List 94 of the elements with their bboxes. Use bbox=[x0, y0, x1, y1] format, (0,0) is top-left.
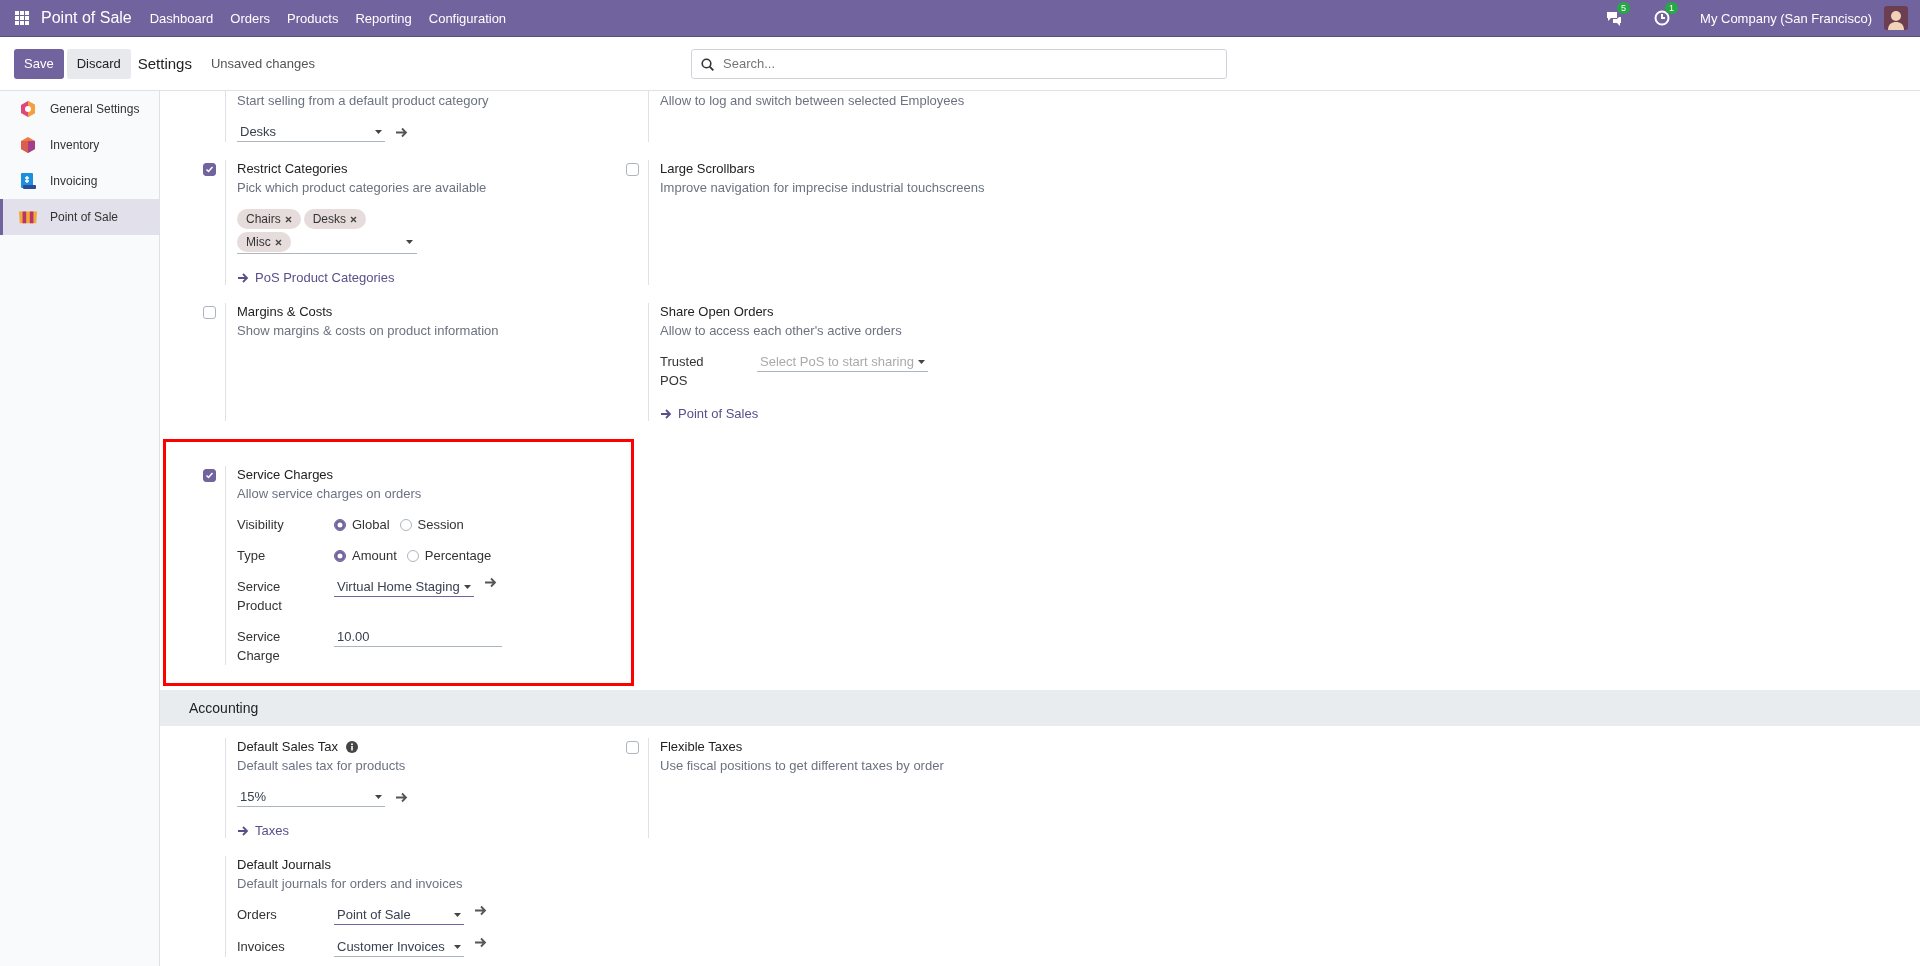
setting-title: Restrict Categories bbox=[237, 160, 348, 178]
hexagon-icon bbox=[18, 100, 38, 118]
checkbox[interactable] bbox=[203, 469, 216, 482]
arrow-right-icon[interactable] bbox=[483, 577, 497, 588]
tag[interactable]: Chairs bbox=[237, 209, 301, 229]
tags-field[interactable]: Chairs Desks Misc bbox=[237, 209, 417, 254]
arrow-right-icon bbox=[660, 408, 672, 419]
setting-title: Default Journals bbox=[237, 856, 331, 874]
setting-title: Service Charges bbox=[237, 466, 334, 484]
setting-description: Default journals for orders and invoices bbox=[237, 875, 463, 893]
input-field[interactable]: 10.00 bbox=[334, 627, 502, 647]
remove-icon[interactable] bbox=[350, 215, 358, 223]
checkbox[interactable] bbox=[626, 741, 639, 754]
setting-title: Large Scrollbars bbox=[660, 160, 755, 178]
message-count-badge: 5 bbox=[1617, 2, 1631, 14]
cube-icon bbox=[18, 136, 38, 154]
sidebar-item[interactable]: Inventory bbox=[0, 127, 159, 163]
field-label: Service Product bbox=[237, 578, 283, 615]
check-icon bbox=[205, 471, 214, 480]
arrow-right-icon bbox=[237, 825, 249, 836]
setting-description: Start selling from a default product category bbox=[237, 92, 489, 110]
caret-icon bbox=[406, 240, 413, 244]
caret-icon bbox=[375, 794, 382, 799]
checkbox[interactable] bbox=[626, 163, 639, 176]
setting-description: Improve navigation for imprecise industrial touchscreens bbox=[660, 179, 985, 197]
info-icon[interactable] bbox=[345, 741, 358, 753]
caret-icon bbox=[463, 584, 471, 589]
setting-link[interactable]: PoS Product Categories bbox=[237, 270, 395, 285]
arrow-right-icon[interactable] bbox=[474, 905, 487, 916]
company-switcher[interactable]: My Company (San Francisco) bbox=[1700, 10, 1872, 26]
select-field[interactable]: 15% bbox=[237, 787, 385, 807]
arrow-right-icon[interactable] bbox=[395, 126, 408, 138]
select-field[interactable]: Desks bbox=[237, 122, 385, 142]
user-avatar[interactable] bbox=[1884, 6, 1908, 30]
setting-title: Default Sales Tax bbox=[237, 738, 338, 756]
field-label: Orders bbox=[237, 906, 278, 924]
setting-description: Allow service charges on orders bbox=[237, 485, 422, 503]
checkbox[interactable] bbox=[203, 163, 216, 176]
apps-menu-icon[interactable] bbox=[15, 10, 30, 26]
sidebar-item[interactable]: Invoicing bbox=[0, 163, 159, 199]
checkbox[interactable] bbox=[203, 306, 216, 319]
remove-icon[interactable] bbox=[284, 215, 292, 223]
radio-option[interactable]: Amount bbox=[334, 546, 397, 565]
caret-icon bbox=[917, 359, 925, 364]
arrow-right-icon[interactable] bbox=[395, 791, 408, 803]
setting-description: Show margins & costs on product information bbox=[237, 322, 499, 340]
field-label: Type bbox=[237, 547, 267, 565]
caret-icon bbox=[375, 129, 382, 134]
sidebar-item[interactable]: General Settings bbox=[0, 91, 159, 127]
caret-icon bbox=[454, 944, 461, 949]
invoice-icon bbox=[18, 172, 38, 190]
arrow-right-icon bbox=[237, 272, 249, 283]
arrow-right-icon[interactable] bbox=[474, 937, 487, 948]
setting-title: Flexible Taxes bbox=[660, 738, 743, 756]
radio-option[interactable]: Session bbox=[399, 515, 464, 534]
clock-icon[interactable] bbox=[1654, 10, 1671, 26]
setting-description: Allow to access each other's active orders bbox=[660, 322, 902, 340]
select-field[interactable]: Customer Invoices bbox=[334, 937, 464, 957]
sidebar-item[interactable]: Point of Sale bbox=[0, 199, 159, 235]
caret-icon bbox=[454, 912, 461, 917]
field-label: Invoices bbox=[237, 938, 286, 956]
setting-title: Margins & Costs bbox=[237, 303, 333, 321]
setting-title: Share Open Orders bbox=[660, 303, 774, 321]
activity-count-badge: 1 bbox=[1665, 2, 1679, 14]
check-icon bbox=[205, 165, 214, 174]
menu-item[interactable]: Reporting bbox=[355, 10, 412, 26]
setting-description: Default sales tax for products bbox=[237, 757, 406, 775]
setting-link[interactable]: Taxes bbox=[237, 823, 289, 838]
shop-awning-icon bbox=[18, 209, 38, 225]
radio-option[interactable]: Global bbox=[334, 515, 390, 534]
save-button[interactable]: Save bbox=[14, 48, 64, 79]
menu-item[interactable]: Products bbox=[287, 10, 339, 26]
menu-item[interactable]: Configuration bbox=[428, 10, 507, 26]
menu-item[interactable]: Dashboard bbox=[149, 10, 214, 26]
setting-link[interactable]: Point of Sales bbox=[660, 406, 759, 421]
radio-option[interactable]: Percentage bbox=[406, 546, 492, 565]
setting-description: Pick which product categories are available bbox=[237, 179, 487, 197]
field-label: Service Charge bbox=[237, 628, 282, 665]
search-field[interactable]: Search... bbox=[691, 48, 1227, 79]
setting-description: Use fiscal positions to get different taxes by order bbox=[660, 757, 944, 775]
tag[interactable]: Desks bbox=[303, 209, 367, 229]
tag[interactable]: Misc bbox=[237, 232, 291, 252]
remove-icon[interactable] bbox=[274, 238, 282, 246]
app-name[interactable]: Point of Sale bbox=[41, 9, 132, 27]
select-field[interactable]: Virtual Home Staging bbox=[334, 577, 474, 597]
field-label: Trusted POS bbox=[660, 353, 705, 390]
menu-item[interactable]: Orders bbox=[230, 10, 271, 26]
discard-button[interactable]: Discard bbox=[66, 48, 131, 79]
setting-description: Allow to log and switch between selected Employees bbox=[660, 92, 965, 110]
unsaved-status: Unsaved changes bbox=[210, 56, 315, 71]
select-field[interactable]: Point of Sale bbox=[334, 905, 464, 925]
section-title: Accounting bbox=[189, 700, 259, 716]
breadcrumb: Settings bbox=[137, 55, 192, 72]
field-label: Visibility bbox=[237, 516, 285, 534]
